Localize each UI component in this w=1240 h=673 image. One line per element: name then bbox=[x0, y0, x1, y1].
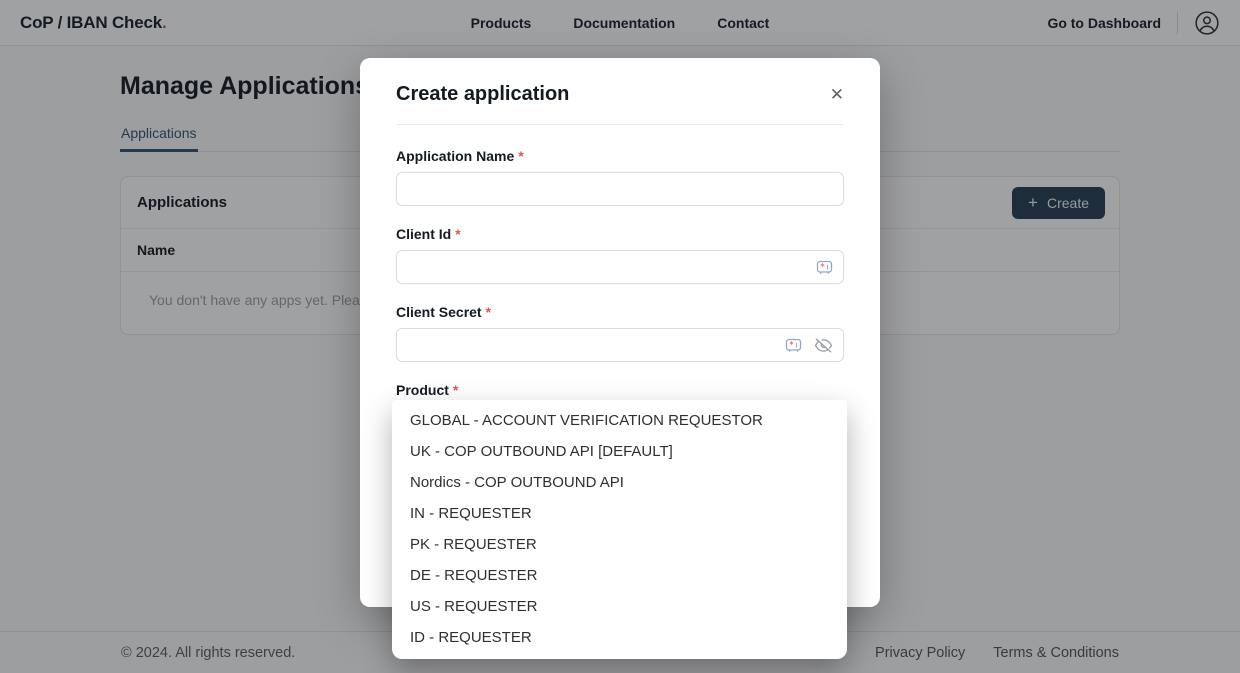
client-secret-input-wrap: * bbox=[396, 328, 844, 362]
client-id-input[interactable] bbox=[407, 251, 816, 283]
modal-body: Application Name* Client Id* * bbox=[360, 125, 880, 440]
client-id-label: Client Id* bbox=[396, 226, 844, 242]
modal-header: Create application ✕ bbox=[360, 58, 880, 124]
client-secret-icons: * bbox=[785, 336, 833, 355]
client-id-icons: * bbox=[816, 259, 833, 276]
product-option[interactable]: IN - REQUESTER bbox=[392, 498, 847, 529]
field-client-secret: Client Secret* * bbox=[396, 304, 844, 362]
password-manager-autofill-icon[interactable]: * bbox=[816, 259, 833, 276]
label-text: Client Id bbox=[396, 226, 451, 242]
label-text: Application Name bbox=[396, 148, 514, 164]
product-option[interactable]: US - REQUESTER bbox=[392, 591, 847, 622]
product-option[interactable]: UK - COP OUTBOUND API [DEFAULT] bbox=[392, 436, 847, 467]
product-label: Product* bbox=[396, 382, 844, 398]
close-icon[interactable]: ✕ bbox=[828, 84, 846, 105]
required-asterisk: * bbox=[518, 148, 523, 164]
password-manager-autofill-icon[interactable]: * bbox=[785, 337, 802, 354]
client-secret-input[interactable] bbox=[407, 329, 785, 361]
client-secret-label: Client Secret* bbox=[396, 304, 844, 320]
field-client-id: Client Id* * bbox=[396, 226, 844, 284]
svg-text:*: * bbox=[789, 340, 793, 350]
product-option[interactable]: ID - REQUESTER bbox=[392, 622, 847, 653]
product-option[interactable]: Nordics - COP OUTBOUND API bbox=[392, 467, 847, 498]
product-dropdown-menu: GLOBAL - ACCOUNT VERIFICATION REQUESTOR … bbox=[392, 400, 847, 659]
required-asterisk: * bbox=[453, 382, 458, 398]
label-text: Product bbox=[396, 382, 449, 398]
client-id-input-wrap: * bbox=[396, 250, 844, 284]
eye-off-icon[interactable] bbox=[814, 336, 833, 355]
required-asterisk: * bbox=[486, 304, 491, 320]
product-option[interactable]: DE - REQUESTER bbox=[392, 560, 847, 591]
product-option[interactable]: GLOBAL - ACCOUNT VERIFICATION REQUESTOR bbox=[392, 405, 847, 436]
application-name-label: Application Name* bbox=[396, 148, 844, 164]
product-option[interactable]: PK - REQUESTER bbox=[392, 529, 847, 560]
field-application-name: Application Name* bbox=[396, 148, 844, 206]
label-text: Client Secret bbox=[396, 304, 482, 320]
svg-text:*: * bbox=[820, 262, 824, 272]
modal-title: Create application bbox=[396, 83, 569, 106]
application-name-input-wrap bbox=[396, 172, 844, 206]
application-name-input[interactable] bbox=[407, 173, 833, 205]
required-asterisk: * bbox=[455, 226, 460, 242]
